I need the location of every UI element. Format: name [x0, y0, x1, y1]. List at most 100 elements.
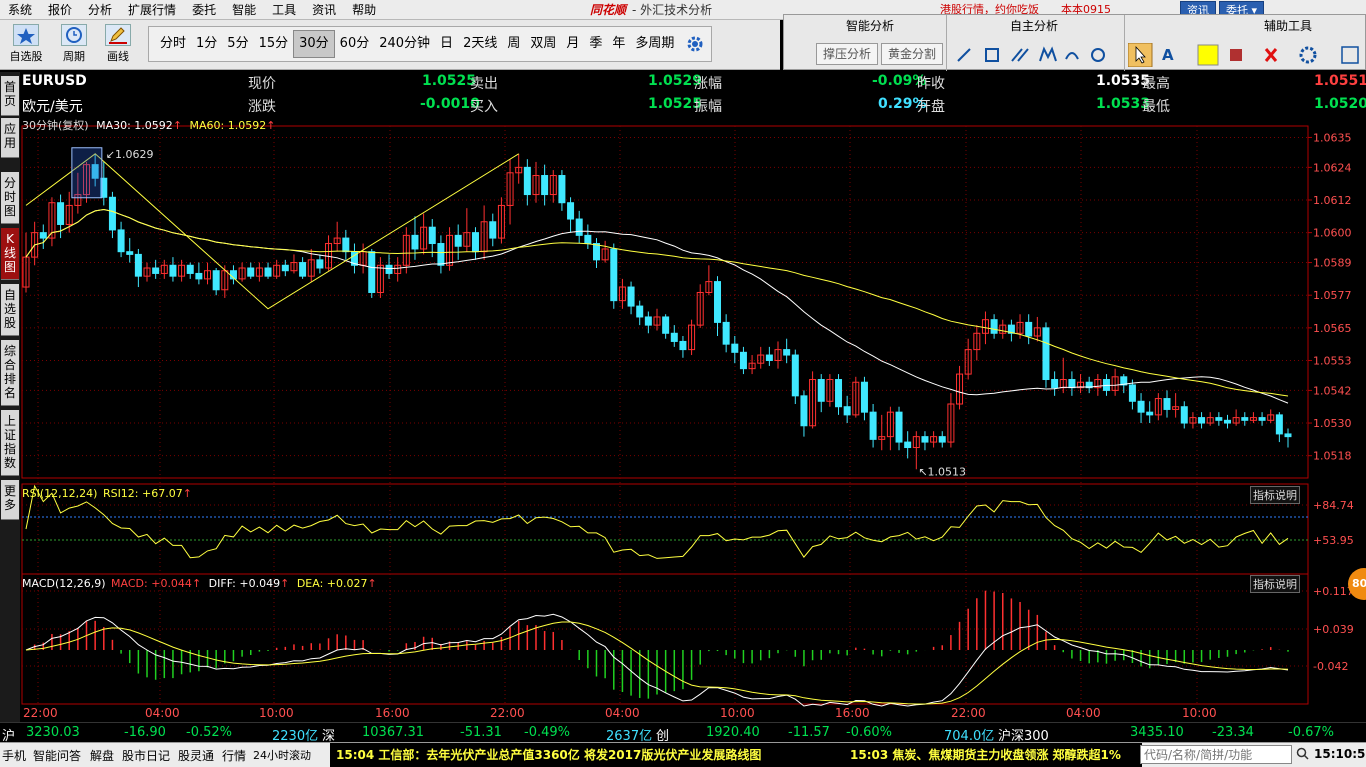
- candle: [930, 436, 938, 443]
- draw-button[interactable]: 画线: [98, 20, 138, 64]
- candle: [973, 332, 981, 351]
- period-1m[interactable]: 1分: [191, 31, 222, 57]
- tab-watchlist[interactable]: 自选股: [1, 284, 19, 336]
- candle: [39, 232, 47, 239]
- sh-pct: -0.52%: [186, 725, 232, 740]
- candle: [1059, 379, 1067, 389]
- candle: [558, 175, 566, 204]
- period-2day[interactable]: 2天线: [458, 31, 502, 57]
- news-item-2[interactable]: 15:03 焦炭、焦煤期货主力收盘领涨 郑醇跌超1%: [850, 746, 1121, 763]
- status-lingtong[interactable]: 股灵通: [178, 747, 214, 764]
- draw-label: 画线: [107, 50, 129, 63]
- label-bid: 买入: [470, 99, 498, 115]
- rsi-axis-label: +53.95: [1313, 534, 1354, 547]
- candle: [376, 264, 384, 293]
- candle: [359, 251, 367, 266]
- menu-info[interactable]: 资讯: [304, 0, 344, 20]
- price-axis-label: 1.0635: [1313, 131, 1352, 144]
- menu-smart[interactable]: 智能: [224, 0, 264, 20]
- menu-system[interactable]: 系统: [0, 0, 40, 20]
- price-axis-label: 1.0553: [1313, 354, 1352, 367]
- period-15m[interactable]: 15分: [254, 31, 294, 57]
- candle: [990, 319, 998, 334]
- period-30m[interactable]: 30分: [293, 30, 335, 58]
- candle: [333, 237, 341, 245]
- diff-value: DIFF: +0.049: [208, 577, 281, 590]
- period-day[interactable]: 日: [435, 31, 458, 57]
- candle: [722, 321, 730, 345]
- candle: [1051, 379, 1059, 389]
- menu-help[interactable]: 帮助: [344, 0, 384, 20]
- candle: [204, 270, 212, 280]
- candle: [100, 177, 108, 198]
- label-high: 最高: [1142, 76, 1170, 92]
- aux-tools-header[interactable]: 辅助工具: [1264, 17, 1312, 34]
- float-badge[interactable]: 80: [1348, 568, 1366, 600]
- candle: [489, 221, 497, 239]
- rsi-help-button[interactable]: 指标说明: [1250, 486, 1300, 504]
- news-ticker[interactable]: 15:04 工信部：去年光伏产业总产值3360亿 将发2017版光伏产业发展路线…: [330, 743, 1142, 767]
- macd-help-button[interactable]: 指标说明: [1250, 575, 1300, 593]
- period-fenshi[interactable]: 分时: [155, 31, 191, 57]
- golden-section-button[interactable]: 黄金分割: [881, 43, 944, 65]
- candle: [878, 436, 886, 440]
- search-icon[interactable]: [1296, 747, 1310, 764]
- period-week[interactable]: 周: [502, 31, 525, 57]
- status-diary[interactable]: 股市日记: [122, 747, 170, 764]
- period-button[interactable]: 周期: [54, 20, 94, 64]
- value-price: 1.0525: [422, 73, 477, 89]
- settings-gear-icon[interactable]: [685, 34, 705, 54]
- menu-analysis[interactable]: 分析: [80, 0, 120, 20]
- status-quote[interactable]: 行情: [222, 747, 246, 764]
- tab-sh-index[interactable]: 上证指数: [1, 410, 19, 476]
- sz-value: 10367.31: [362, 725, 425, 740]
- menu-quote[interactable]: 报价: [40, 0, 80, 20]
- period-year[interactable]: 年: [607, 31, 630, 57]
- candle: [739, 351, 747, 370]
- cy-value: 1920.40: [706, 725, 760, 740]
- search-input[interactable]: [1140, 745, 1292, 764]
- candle: [1258, 417, 1266, 421]
- candle: [791, 354, 799, 397]
- candle: [627, 286, 635, 307]
- menu-ext-quote[interactable]: 扩展行情: [120, 0, 184, 20]
- period-2week[interactable]: 双周: [525, 31, 561, 57]
- status-jiepan[interactable]: 解盘: [90, 747, 114, 764]
- candle: [549, 175, 557, 196]
- up-arrow-icon: ↑: [266, 119, 276, 132]
- hs300-change: -23.34: [1212, 725, 1254, 740]
- period-month[interactable]: 月: [561, 31, 584, 57]
- status-mobile[interactable]: 手机: [2, 747, 26, 764]
- smart-analysis-header[interactable]: 智能分析: [846, 17, 894, 34]
- tab-kline[interactable]: K线图: [1, 228, 19, 280]
- candle: [480, 221, 488, 253]
- status-24h[interactable]: 24小时滚动: [253, 747, 311, 763]
- period-240m[interactable]: 240分钟: [374, 31, 435, 57]
- candle: [1111, 376, 1119, 391]
- draw-tools[interactable]: [952, 43, 1122, 65]
- period-quarter[interactable]: 季: [584, 31, 607, 57]
- tab-more[interactable]: 更多: [1, 480, 19, 520]
- candle: [281, 264, 289, 272]
- tab-ranking[interactable]: 综合排名: [1, 340, 19, 406]
- tab-apps[interactable]: 应用: [1, 118, 19, 158]
- sz-pct: -0.49%: [524, 725, 570, 740]
- aux-toolset[interactable]: A: [1128, 43, 1364, 67]
- price-axis-label: 1.0542: [1313, 384, 1352, 397]
- news-item-1[interactable]: 15:04 工信部：去年光伏产业总产值3360亿 将发2017版光伏产业发展路线…: [336, 746, 761, 763]
- tab-home[interactable]: 首页: [1, 76, 19, 116]
- period-60m[interactable]: 60分: [335, 31, 375, 57]
- self-analysis-header[interactable]: 自主分析: [1010, 17, 1058, 34]
- status-qa[interactable]: 智能问答: [33, 747, 81, 764]
- support-resistance-button[interactable]: 撑压分析: [816, 43, 879, 65]
- menu-trade[interactable]: 委托: [184, 0, 224, 20]
- watchlist-button[interactable]: 自选股: [6, 20, 46, 64]
- menu-tools[interactable]: 工具: [264, 0, 304, 20]
- period-multi[interactable]: 多周期: [630, 31, 679, 57]
- macd-value: MACD: +0.044: [111, 577, 192, 590]
- tab-timeshare[interactable]: 分时图: [1, 172, 19, 224]
- period-5m[interactable]: 5分: [222, 31, 253, 57]
- candle: [904, 441, 912, 449]
- toolbar: 自选股 周期 画线 分时 1分 5分 15分 30分 60分 240分钟 日 2…: [0, 20, 780, 70]
- candle: [195, 272, 203, 280]
